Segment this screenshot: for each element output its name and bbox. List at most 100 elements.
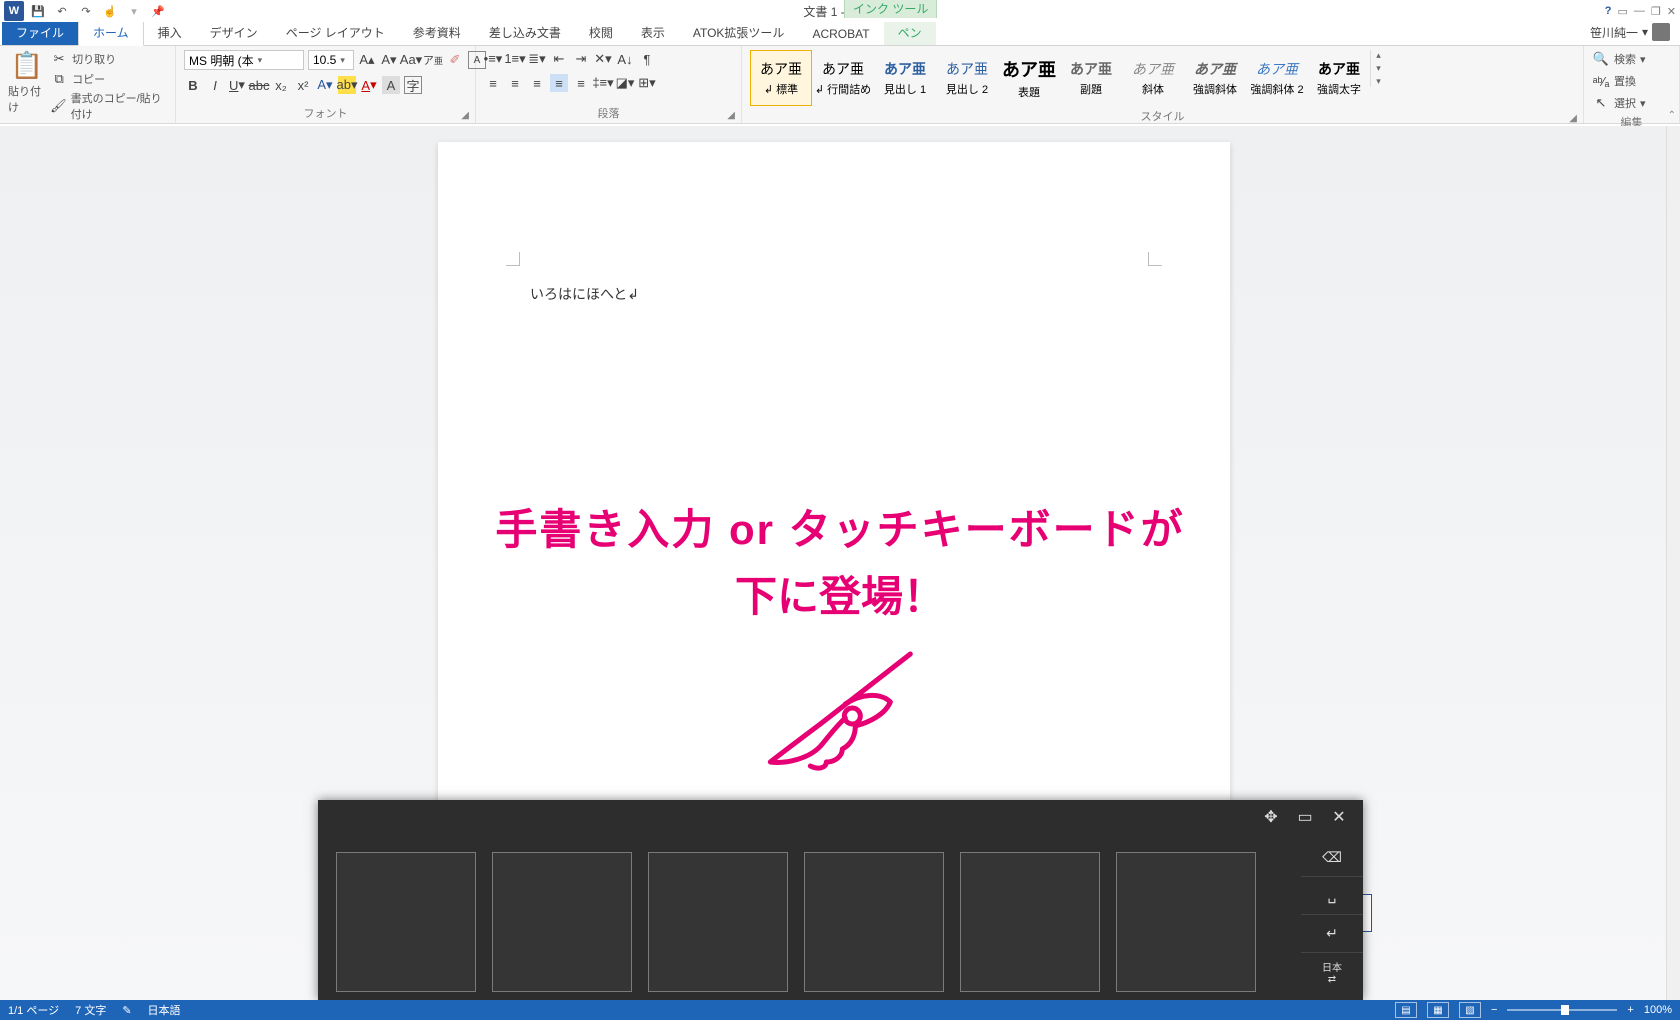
grow-font-icon[interactable]: A▴	[358, 51, 376, 69]
numbering-icon[interactable]: 1≡▾	[506, 50, 524, 68]
borders-icon[interactable]: ⊞▾	[638, 74, 656, 92]
change-case-icon[interactable]: Aa▾	[402, 51, 420, 69]
hw-input-cell[interactable]	[1116, 852, 1256, 992]
hw-input-cell[interactable]	[492, 852, 632, 992]
align-left-icon[interactable]: ≡	[484, 74, 502, 92]
undo-icon[interactable]: ↶	[52, 1, 72, 21]
copy-button[interactable]: ⧉コピー	[50, 70, 167, 88]
hw-lang-button[interactable]: 日本 ⇄	[1301, 952, 1363, 990]
style-item[interactable]: あア亜強調斜体 2	[1246, 50, 1308, 106]
style-item[interactable]: あア亜強調太字	[1308, 50, 1370, 106]
ribbon-display-options-icon[interactable]: ▭	[1618, 5, 1628, 18]
paste-icon[interactable]: 📋	[11, 50, 43, 81]
line-spacing-icon[interactable]: ‡≡▾	[594, 74, 612, 92]
tab-atok[interactable]: ATOK拡張ツール	[679, 20, 799, 45]
view-web-layout-icon[interactable]: ▧	[1459, 1002, 1481, 1018]
redo-icon[interactable]: ↷	[76, 1, 96, 21]
hw-enter-button[interactable]: ↵	[1301, 914, 1363, 952]
style-item[interactable]: あア亜↲ 標準	[750, 50, 812, 106]
paste-button[interactable]: 貼り付け	[8, 83, 46, 115]
tab-page-layout[interactable]: ページ レイアウト	[272, 20, 399, 45]
tab-home[interactable]: ホーム	[78, 19, 144, 46]
hw-move-icon[interactable]: ✥	[1259, 805, 1283, 829]
styles-more-button[interactable]: ▴▾▾	[1370, 50, 1386, 87]
account-name[interactable]: 笹川純一 ▾	[1580, 19, 1680, 45]
zoom-level[interactable]: 100%	[1644, 1004, 1672, 1016]
help-icon[interactable]: ?	[1605, 5, 1612, 17]
tab-references[interactable]: 参考資料	[399, 20, 475, 45]
justify-icon[interactable]: ≡	[550, 74, 568, 92]
select-button[interactable]: ↖選択▾	[1592, 94, 1646, 112]
distributed-icon[interactable]: ≡	[572, 74, 590, 92]
shading-icon[interactable]: ◪▾	[616, 74, 634, 92]
highlight-icon[interactable]: ab▾	[338, 76, 356, 94]
superscript-icon[interactable]: x²	[294, 76, 312, 94]
collapse-ribbon-icon[interactable]: ⌃	[1668, 110, 1676, 121]
document-text[interactable]: いろはにほへと↲	[530, 284, 639, 304]
style-item[interactable]: あア亜表題	[998, 50, 1060, 106]
bullets-icon[interactable]: •≡▾	[484, 50, 502, 68]
hw-input-cell[interactable]	[804, 852, 944, 992]
strikethrough-icon[interactable]: abc	[250, 76, 268, 94]
sort-icon[interactable]: A↓	[616, 50, 634, 68]
char-border-icon[interactable]: 字	[404, 76, 422, 94]
status-word-count[interactable]: 7 文字	[75, 1002, 106, 1018]
text-direction-icon[interactable]: ✕▾	[594, 50, 612, 68]
multilevel-list-icon[interactable]: ≣▾	[528, 50, 546, 68]
char-shading-icon[interactable]: A	[382, 76, 400, 94]
find-button[interactable]: 🔍検索▾	[1592, 50, 1646, 68]
cut-button[interactable]: ✂切り取り	[50, 50, 167, 68]
status-page[interactable]: 1/1 ページ	[8, 1002, 59, 1018]
view-print-layout-icon[interactable]: ▦	[1427, 1002, 1449, 1018]
hw-dock-icon[interactable]: ▭	[1293, 805, 1317, 829]
bold-icon[interactable]: B	[184, 76, 202, 94]
font-size-combo[interactable]: 10.5▾	[308, 50, 354, 70]
close-button[interactable]: ✕	[1667, 5, 1676, 18]
hw-input-cell[interactable]	[336, 852, 476, 992]
tab-view[interactable]: 表示	[627, 20, 679, 45]
clear-formatting-icon[interactable]: ✐	[446, 51, 464, 69]
style-item[interactable]: あア亜見出し 2	[936, 50, 998, 106]
subscript-icon[interactable]: x₂	[272, 76, 290, 94]
hw-space-button[interactable]: ␣	[1301, 876, 1363, 914]
zoom-out-button[interactable]: −	[1491, 1004, 1497, 1016]
tab-mailings[interactable]: 差し込み文書	[475, 20, 575, 45]
minimize-button[interactable]: —	[1634, 5, 1645, 17]
restore-button[interactable]: ❐	[1651, 5, 1661, 18]
tab-pen[interactable]: ペン	[884, 20, 936, 45]
hw-close-icon[interactable]: ✕	[1327, 805, 1351, 829]
style-item[interactable]: あア亜見出し 1	[874, 50, 936, 106]
status-spellcheck-icon[interactable]: ✎	[122, 1004, 131, 1017]
font-name-combo[interactable]: MS 明朝 (本▾	[184, 50, 304, 70]
increase-indent-icon[interactable]: ⇥	[572, 50, 590, 68]
tab-insert[interactable]: 挿入	[144, 20, 196, 45]
show-marks-icon[interactable]: ¶	[638, 50, 656, 68]
format-painter-button[interactable]: 🖌書式のコピー/貼り付け	[50, 90, 167, 122]
tab-design[interactable]: デザイン	[196, 20, 272, 45]
underline-icon[interactable]: U▾	[228, 76, 246, 94]
style-item[interactable]: あア亜副題	[1060, 50, 1122, 106]
text-effects-icon[interactable]: A▾	[316, 76, 334, 94]
replace-button[interactable]: ᵃᵇ⁄ₐ置換	[1592, 72, 1636, 90]
align-center-icon[interactable]: ≡	[506, 74, 524, 92]
style-item[interactable]: あア亜↲ 行間詰め	[812, 50, 874, 106]
hw-input-cell[interactable]	[648, 852, 788, 992]
font-dialog-launcher[interactable]: ◢	[461, 110, 469, 121]
style-item[interactable]: あア亜強調斜体	[1184, 50, 1246, 106]
ruby-icon[interactable]: ア亜	[424, 51, 442, 69]
font-color-icon[interactable]: A▾	[360, 76, 378, 94]
zoom-slider[interactable]	[1507, 1009, 1617, 1011]
tab-file[interactable]: ファイル	[2, 20, 78, 45]
shrink-font-icon[interactable]: A▾	[380, 51, 398, 69]
paragraph-dialog-launcher[interactable]: ◢	[727, 110, 735, 121]
tab-review[interactable]: 校閲	[575, 20, 627, 45]
decrease-indent-icon[interactable]: ⇤	[550, 50, 568, 68]
tab-acrobat[interactable]: ACROBAT	[798, 23, 883, 45]
vertical-scrollbar[interactable]	[1666, 126, 1680, 1000]
hw-backspace-button[interactable]: ⌫	[1301, 838, 1363, 876]
save-icon[interactable]: 💾	[28, 1, 48, 21]
view-read-mode-icon[interactable]: ▤	[1395, 1002, 1417, 1018]
zoom-in-button[interactable]: +	[1627, 1004, 1633, 1016]
hw-input-cell[interactable]	[960, 852, 1100, 992]
style-item[interactable]: あア亜斜体	[1122, 50, 1184, 106]
